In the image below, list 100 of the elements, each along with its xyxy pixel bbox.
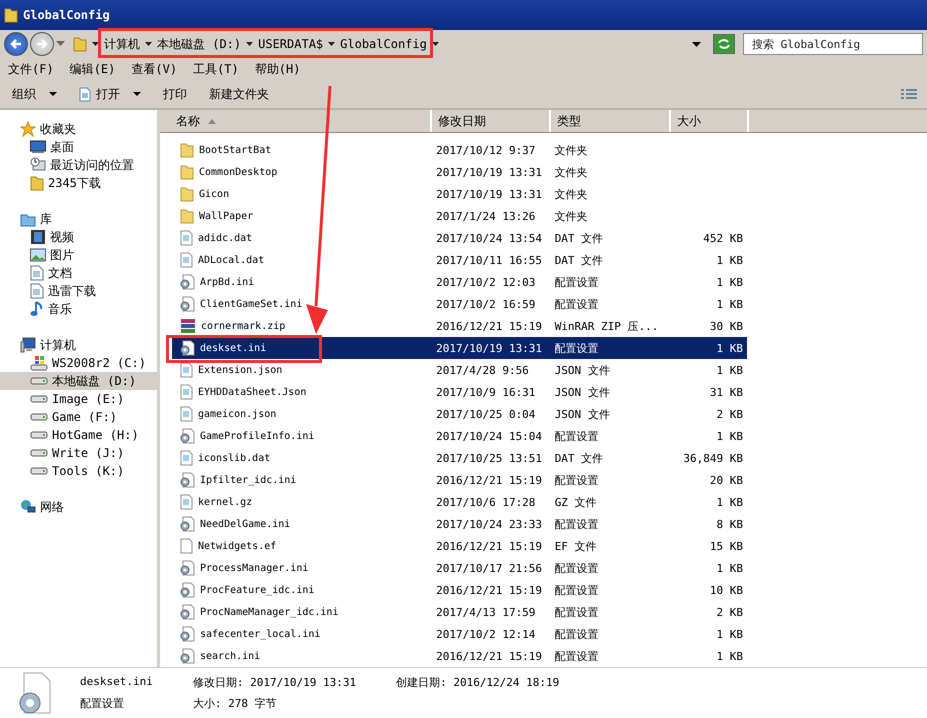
file-row[interactable]: CommonDesktop 2017/10/19 13:31 文件夹 [172, 161, 747, 183]
file-row[interactable]: ArpBd.ini 2017/10/2 12:03 配置设置 1 KB [172, 271, 747, 293]
breadcrumb[interactable]: 计算机 [104, 36, 140, 52]
caret-icon[interactable] [246, 42, 254, 46]
date-cell-text: 2017/10/17 21:56 [435, 562, 544, 574]
caret-icon[interactable] [328, 42, 336, 46]
breadcrumb[interactable]: 本地磁盘 (D:) [157, 36, 242, 52]
nav-item[interactable]: Image (E:) [0, 390, 157, 408]
nav-item[interactable]: 本地磁盘 (D:) [0, 372, 157, 390]
date-cell-text: 2016/12/21 15:19 [435, 320, 544, 332]
nav-item[interactable]: HotGame (H:) [0, 426, 157, 444]
file-row[interactable]: search.ini 2016/12/21 15:19 配置设置 1 KB [172, 645, 747, 667]
settings-file-icon [180, 560, 195, 576]
file-row[interactable]: kernel.gz 2017/10/6 17:28 GZ 文件 1 KB [172, 491, 747, 513]
type-cell-text: JSON 文件 [554, 406, 611, 422]
toolbar-button[interactable]: 打印 [157, 84, 193, 104]
date-cell-text: 2017/10/19 13:31 [435, 188, 544, 200]
file-name: adidc.dat [198, 232, 252, 244]
nav-item[interactable]: WS2008r2 (C:) [0, 354, 157, 372]
menu-item[interactable]: 帮助(H) [254, 60, 300, 78]
file-row[interactable]: WallPaper 2017/1/24 13:26 文件夹 [172, 205, 747, 227]
nav-item[interactable]: 文档 [0, 264, 157, 282]
toolbar-button[interactable]: 新建文件夹 [203, 84, 275, 104]
nav-item[interactable]: 桌面 [0, 138, 157, 156]
back-button[interactable] [4, 32, 28, 56]
type-cell-text: 配置设置 [554, 428, 600, 444]
nav-group-label[interactable]: 库 [40, 210, 52, 228]
forward-arrow-icon [35, 37, 49, 51]
nav-item[interactable]: 迅雷下载 [0, 282, 157, 300]
file-name: search.ini [200, 650, 260, 662]
refresh-button[interactable] [713, 34, 735, 54]
search-field[interactable]: 搜索 GlobalConfig [743, 33, 923, 55]
file-row[interactable]: Ipfilter_idc.ini 2016/12/21 15:19 配置设置 20 KB [172, 469, 747, 491]
file-name: BootStartBat [199, 144, 272, 156]
file-row[interactable]: cornermark.zip 2016/12/21 15:19 WinRAR ZIP 压... 30 KB [172, 315, 747, 337]
sort-ascending-icon [208, 118, 216, 124]
size-cell-text: 1 KB [716, 298, 744, 310]
column-header[interactable]: 大小 [671, 110, 749, 132]
file-row[interactable]: ProcessManager.ini 2017/10/17 21:56 配置设置 1 KB [172, 557, 747, 579]
nav-item[interactable]: Tools (K:) [0, 462, 157, 480]
nav-item[interactable]: Game (F:) [0, 408, 157, 426]
nav-item[interactable]: 音乐 [0, 300, 157, 318]
column-header[interactable]: 名称 [160, 110, 432, 132]
nav-group-label[interactable]: 收藏夹 [40, 120, 76, 138]
file-row[interactable]: safecenter_local.ini 2017/10/2 12:14 配置设置 1 KB [172, 623, 747, 645]
date-cell-text: 2017/10/24 15:04 [435, 430, 544, 442]
drive-icon [30, 413, 48, 421]
file-row[interactable]: adidc.dat 2017/10/24 13:54 DAT 文件 452 KB [172, 227, 747, 249]
nav-item[interactable]: 最近访问的位置 [0, 156, 157, 174]
date-cell-text: 2017/10/19 13:31 [435, 166, 544, 178]
caret-icon[interactable] [92, 42, 99, 46]
caret-icon[interactable] [432, 42, 439, 46]
file-row[interactable]: EYHDDataSheet.Json 2017/10/9 16:31 JSON 文件 31 KB [172, 381, 747, 403]
file-row[interactable]: iconslib.dat 2017/10/25 13:51 DAT 文件 36,849 KB [172, 447, 747, 469]
toolbar-button[interactable]: 打开 [73, 84, 147, 104]
file-row[interactable]: ADLocal.dat 2017/10/11 16:55 DAT 文件 1 KB [172, 249, 747, 271]
menu-item[interactable]: 文件(F) [8, 60, 54, 78]
network-icon [20, 499, 36, 515]
file-row[interactable]: Netwidgets.ef 2016/12/21 15:19 EF 文件 15 KB [172, 535, 747, 557]
nav-item[interactable]: 图片 [0, 246, 157, 264]
file-row[interactable]: Gicon 2017/10/19 13:31 文件夹 [172, 183, 747, 205]
caret-icon[interactable] [145, 42, 152, 46]
nav-group-label[interactable]: 计算机 [40, 336, 76, 354]
file-row[interactable]: Extension.json 2017/4/28 9:56 JSON 文件 1 KB [172, 359, 747, 381]
file-icon [180, 406, 193, 422]
file-row[interactable]: ClientGameSet.ini 2017/10/2 16:59 配置设置 1 KB [172, 293, 747, 315]
nav-item[interactable]: 视频 [0, 228, 157, 246]
column-header[interactable]: 修改日期 [432, 110, 551, 132]
menu-item[interactable]: 工具(T) [193, 60, 239, 78]
file-row[interactable]: deskset.ini 2017/10/19 13:31 配置设置 1 KB [172, 337, 747, 359]
nav-group-label[interactable]: 网络 [40, 498, 64, 516]
nav-item[interactable]: 2345下载 [0, 174, 157, 192]
file-row[interactable]: NeedDelGame.ini 2017/10/24 23:33 配置设置 8 KB [172, 513, 747, 535]
folder-icon [180, 186, 194, 202]
settings-file-icon [180, 648, 195, 664]
caret-icon[interactable] [692, 42, 701, 46]
file-row[interactable]: BootStartBat 2017/10/12 9:37 文件夹 [172, 139, 747, 161]
file-row[interactable]: ProcNameManager_idc.ini 2017/4/13 17:59 配置设置 2 KB [172, 601, 747, 623]
file-row[interactable]: GameProfileInfo.ini 2017/10/24 15:04 配置设置 1 KB [172, 425, 747, 447]
menu-item[interactable]: 查看(V) [131, 60, 178, 78]
column-header[interactable]: 类型 [551, 110, 671, 132]
size-cell-text: 1 KB [716, 342, 744, 354]
breadcrumb[interactable]: USERDATA$ [258, 37, 324, 51]
date-cell-text: 2017/10/25 0:04 [435, 408, 536, 420]
file-name: kernel.gz [198, 496, 252, 508]
type-cell-text: 配置设置 [554, 472, 600, 488]
back-arrow-icon [9, 37, 23, 51]
nav-item[interactable]: Write (J:) [0, 444, 157, 462]
forward-button[interactable] [30, 32, 54, 56]
toolbar-button[interactable]: 组织 [6, 84, 63, 104]
view-options-icon[interactable] [901, 88, 917, 100]
file-row[interactable]: ProcFeature_idc.ini 2016/12/21 15:19 配置设置 10 KB [172, 579, 747, 601]
breadcrumb[interactable]: GlobalConfig [340, 37, 427, 51]
menu-item[interactable]: 编辑(E) [70, 60, 116, 78]
file-name: NeedDelGame.ini [200, 518, 290, 530]
file-name: ProcessManager.ini [200, 562, 308, 574]
file-row[interactable]: gameicon.json 2017/10/25 0:04 JSON 文件 2 KB [172, 403, 747, 425]
caret-icon [133, 92, 141, 96]
file-name: safecenter_local.ini [200, 628, 320, 640]
file-name: deskset.ini [200, 342, 266, 354]
